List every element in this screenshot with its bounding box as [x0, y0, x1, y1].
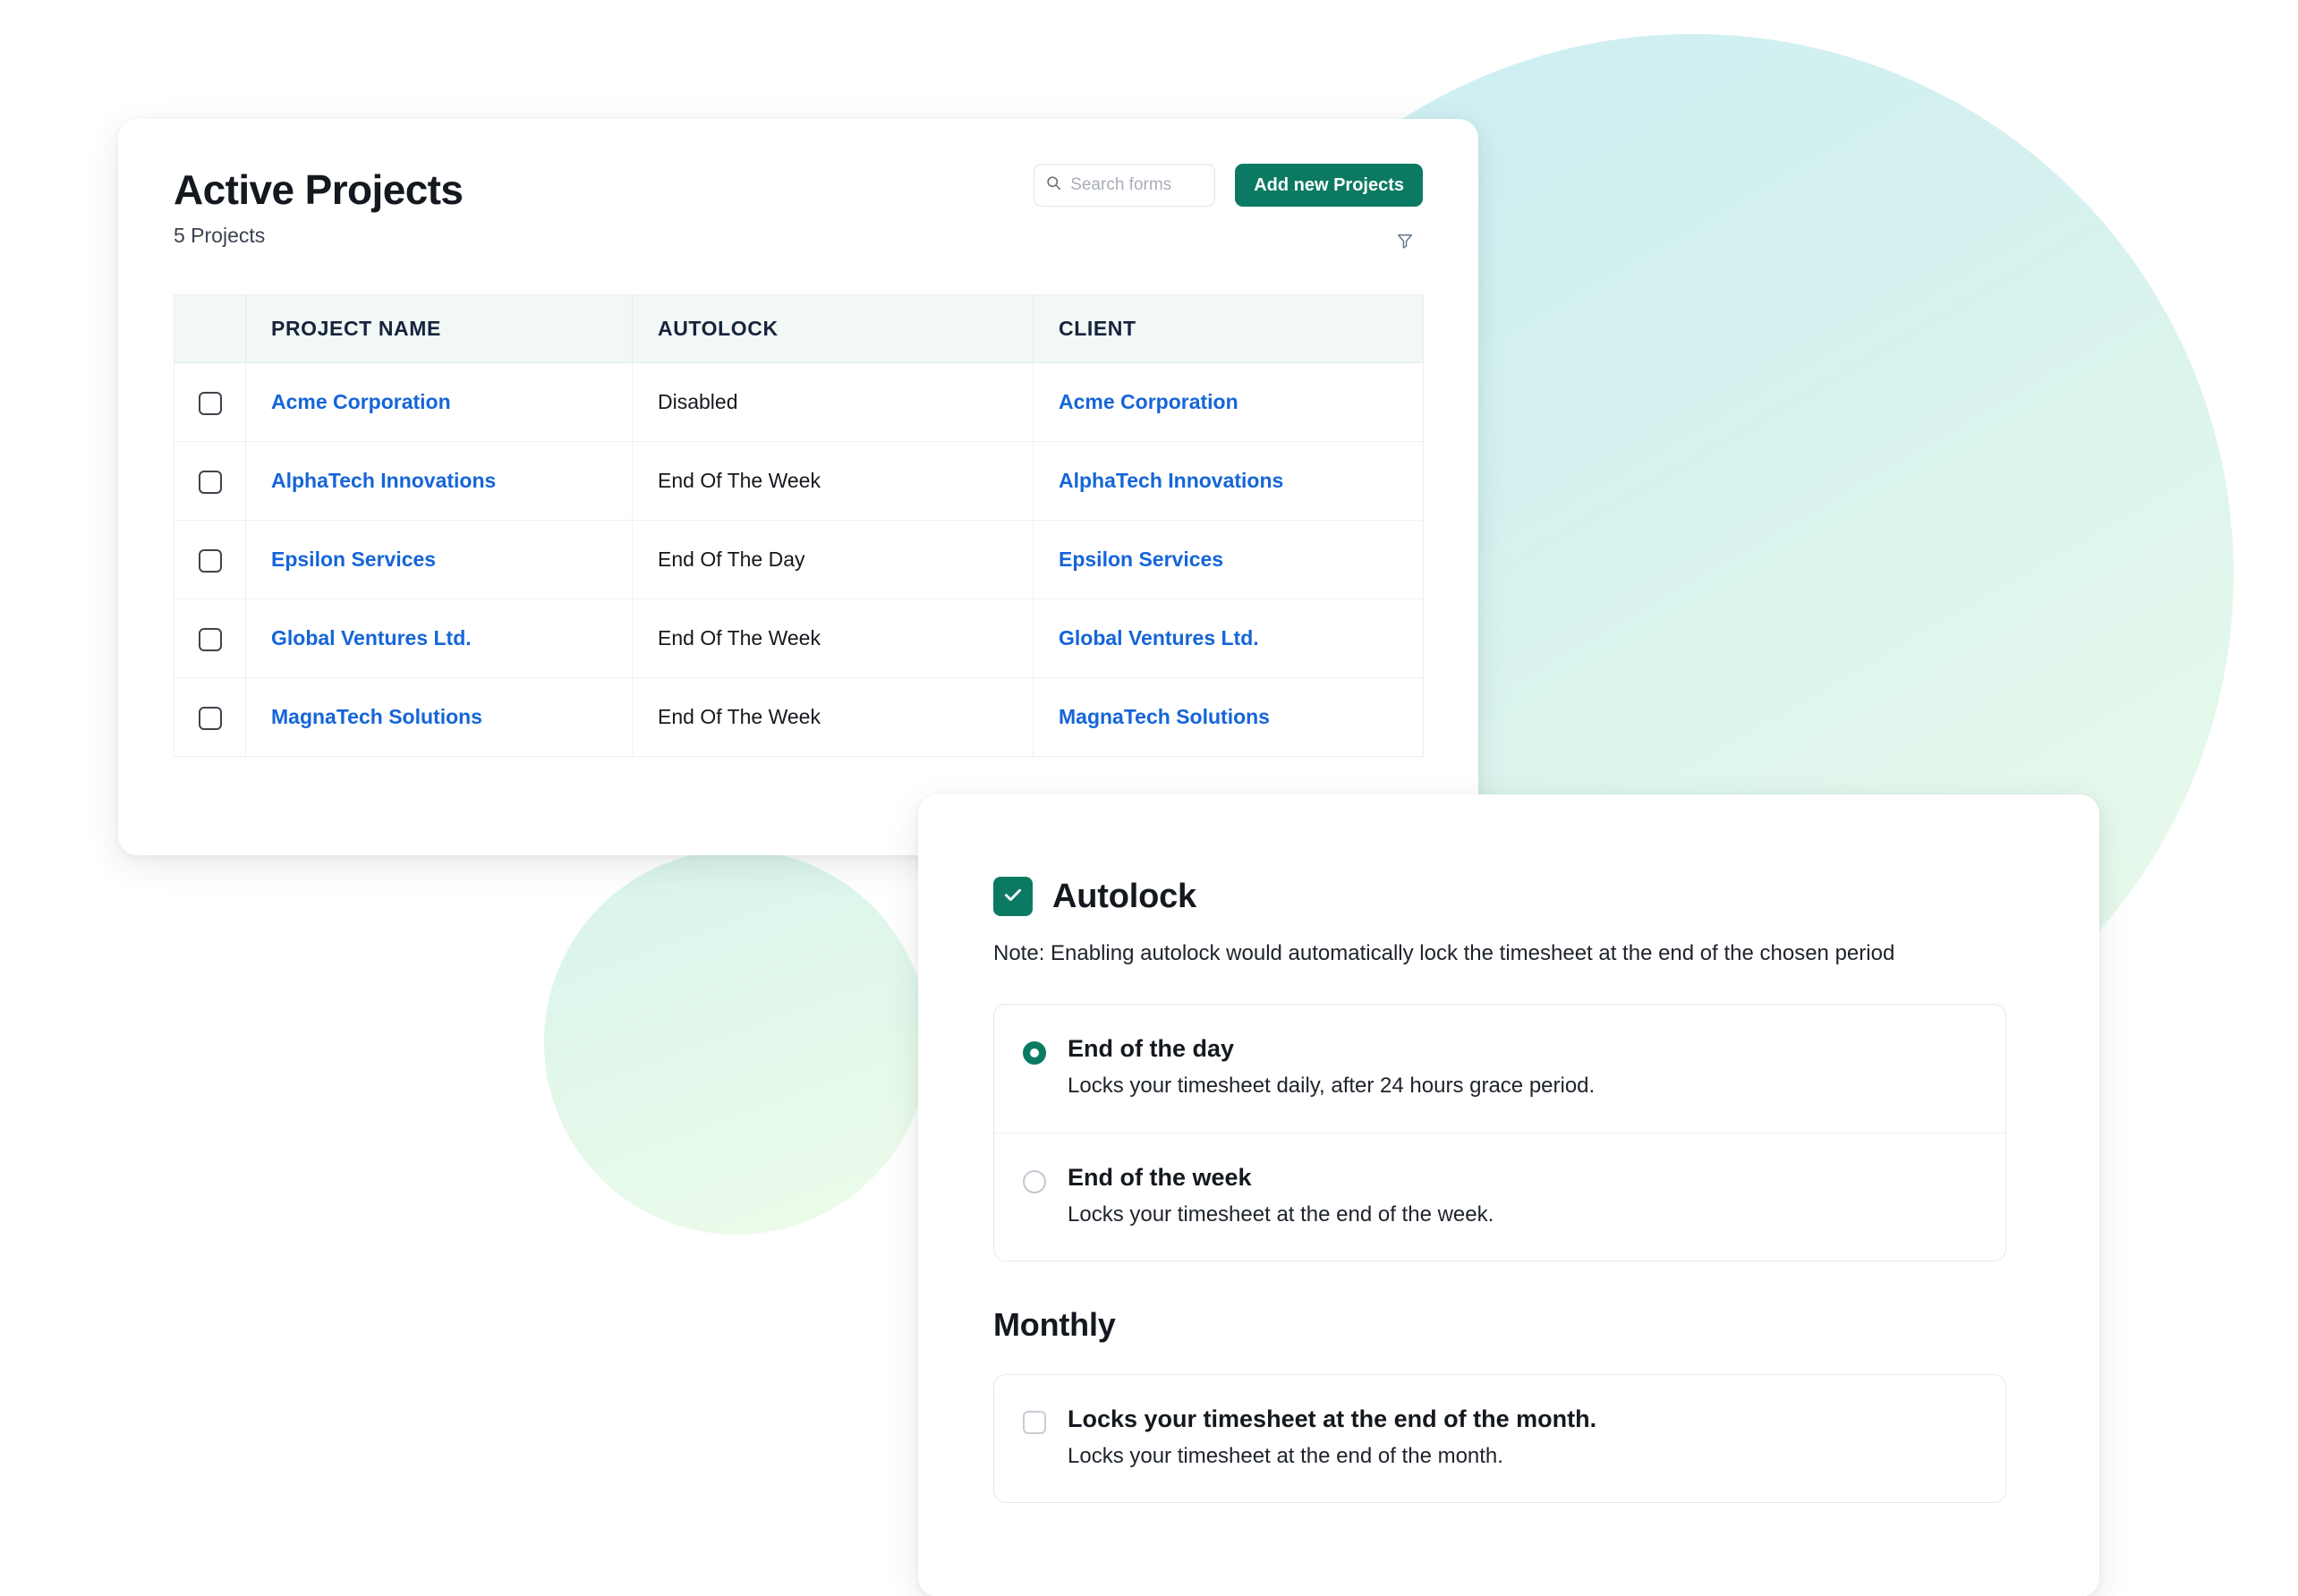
radio-end-of-week[interactable] [1023, 1169, 1046, 1193]
option-end-of-day[interactable]: End of the day Locks your timesheet dail… [994, 1005, 2005, 1132]
row-checkbox-cell [174, 598, 246, 679]
option-label: End of the day [1068, 1035, 1235, 1063]
cell-autolock: End Of The Day [632, 520, 1034, 600]
cell-client: Epsilon Services [1033, 520, 1424, 600]
table-row[interactable]: Acme Corporation Disabled Acme Corporati… [174, 362, 1424, 443]
table-row[interactable]: Epsilon Services End Of The Day Epsilon … [174, 520, 1424, 600]
monthly-section-title: Monthly [993, 1305, 1116, 1343]
option-label: End of the week [1068, 1163, 1252, 1191]
background-gradient-circle-small [544, 850, 929, 1235]
row-checkbox[interactable] [198, 627, 222, 651]
cell-autolock: End Of The Week [632, 598, 1034, 679]
projects-count: 5 Projects [174, 224, 266, 248]
option-description: Locks your timesheet at the end of the m… [1068, 1443, 1503, 1468]
header-actions: Add new Projects [1034, 164, 1423, 207]
table-row[interactable]: Global Ventures Ltd. End Of The Week Glo… [174, 598, 1424, 679]
cell-project-name: Acme Corporation [245, 362, 633, 443]
client-link[interactable]: AlphaTech Innovations [1059, 469, 1283, 492]
table-body: Acme Corporation Disabled Acme Corporati… [174, 362, 1424, 757]
cell-autolock: Disabled [632, 362, 1034, 443]
project-name-link[interactable]: Acme Corporation [271, 390, 451, 413]
filter-funnel-icon [1395, 231, 1415, 255]
header-autolock[interactable]: AUTOLOCK [632, 294, 1034, 364]
cell-client: MagnaTech Solutions [1034, 678, 1424, 757]
filter-button[interactable] [1387, 225, 1423, 260]
row-checkbox-cell [174, 441, 246, 522]
radio-end-of-day[interactable] [1023, 1041, 1046, 1065]
autolock-note: Note: Enabling autolock would automatica… [993, 941, 1895, 965]
row-checkbox-cell [174, 677, 246, 757]
cell-project-name: Global Ventures Ltd. [245, 598, 633, 679]
row-checkbox[interactable] [198, 470, 222, 494]
header-project-name[interactable]: PROJECT NAME [245, 294, 633, 364]
row-checkbox-cell [174, 520, 246, 600]
search-icon [1046, 175, 1061, 195]
cell-project-name: AlphaTech Innovations [245, 441, 633, 522]
option-end-of-month[interactable]: Locks your timesheet at the end of the m… [994, 1375, 2005, 1502]
client-link[interactable]: Acme Corporation [1059, 390, 1238, 413]
option-end-of-week[interactable]: End of the week Locks your timesheet at … [994, 1132, 2005, 1261]
autolock-period-options: End of the day Locks your timesheet dail… [993, 1004, 2006, 1261]
client-link[interactable]: Global Ventures Ltd. [1059, 626, 1259, 649]
cell-autolock: End Of The Week [632, 441, 1034, 522]
search-box[interactable] [1034, 164, 1216, 207]
cell-client: Acme Corporation [1033, 362, 1424, 443]
header-client[interactable]: CLIENT [1033, 294, 1424, 364]
row-checkbox[interactable] [198, 548, 222, 573]
client-link[interactable]: Epsilon Services [1059, 548, 1223, 571]
project-name-link[interactable]: MagnaTech Solutions [271, 705, 482, 728]
table-row[interactable]: MagnaTech Solutions End Of The Week Magn… [174, 677, 1424, 757]
cell-client: AlphaTech Innovations [1033, 441, 1424, 522]
projects-table-wrapper: PROJECT NAME AUTOLOCK CLIENT Acme Corpor… [174, 294, 1424, 758]
projects-table: PROJECT NAME AUTOLOCK CLIENT Acme Corpor… [174, 294, 1424, 758]
row-checkbox-cell [174, 362, 246, 443]
cell-autolock: End Of The Week [632, 677, 1034, 757]
row-checkbox[interactable] [198, 391, 222, 415]
project-name-link[interactable]: Global Ventures Ltd. [271, 626, 472, 649]
option-description: Locks your timesheet daily, after 24 hou… [1068, 1074, 1596, 1099]
cell-project-name: MagnaTech Solutions [245, 677, 633, 757]
table-row[interactable]: AlphaTech Innovations End Of The Week Al… [174, 441, 1424, 522]
monthly-option-group: Locks your timesheet at the end of the m… [993, 1373, 2006, 1504]
screen-root: Active Projects 5 Projects Add new Proje… [0, 0, 2298, 1596]
autolock-header: Autolock [993, 877, 2006, 916]
table-header-row: PROJECT NAME AUTOLOCK CLIENT [174, 294, 1424, 364]
active-projects-card: Active Projects 5 Projects Add new Proje… [118, 119, 1478, 855]
client-link[interactable]: MagnaTech Solutions [1059, 705, 1270, 728]
cell-project-name: Epsilon Services [245, 520, 633, 600]
project-name-link[interactable]: Epsilon Services [271, 548, 436, 571]
autolock-title: Autolock [1052, 877, 1196, 915]
check-icon [1001, 883, 1025, 911]
cell-client: Global Ventures Ltd. [1033, 598, 1424, 679]
checkbox-end-of-month[interactable] [1023, 1410, 1046, 1434]
header-select-all [174, 294, 246, 364]
row-checkbox[interactable] [198, 706, 222, 730]
autolock-settings-card: Autolock Note: Enabling autolock would a… [918, 794, 2099, 1596]
add-new-projects-button[interactable]: Add new Projects [1235, 164, 1423, 207]
project-name-link[interactable]: AlphaTech Innovations [271, 469, 496, 492]
option-label: Locks your timesheet at the end of the m… [1068, 1405, 1597, 1432]
option-description: Locks your timesheet at the end of the w… [1068, 1201, 1494, 1227]
search-input[interactable] [1070, 175, 1204, 195]
autolock-enabled-checkbox[interactable] [993, 877, 1033, 916]
table-head: PROJECT NAME AUTOLOCK CLIENT [174, 294, 1424, 364]
